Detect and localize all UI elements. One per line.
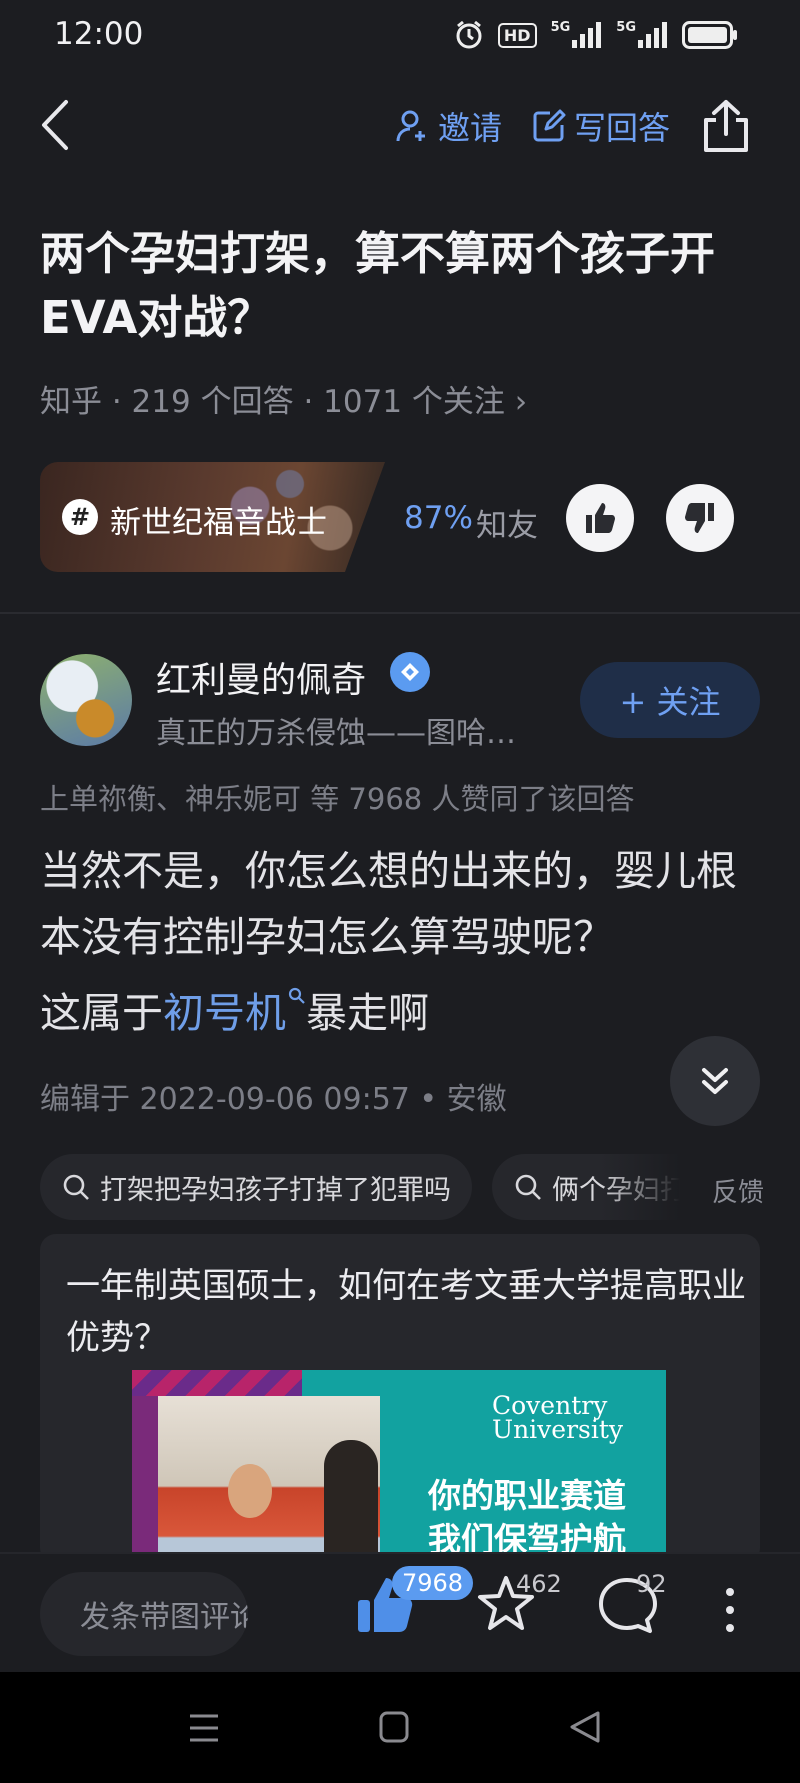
question-title[interactable]: 两个孕妇打架，算不算两个孩子开EVA对战？ xyxy=(40,222,760,350)
topic-upvote-button[interactable] xyxy=(566,484,634,552)
ad-card[interactable]: 一年制英国硕士，如何在考文垂大学提高职业优势？ Coventry Univers… xyxy=(40,1234,760,1564)
chevron-left-icon xyxy=(42,100,68,150)
favorite-count: 462 xyxy=(516,1570,562,1598)
author-name[interactable]: 红利曼的佩奇 xyxy=(156,652,366,703)
search-icon xyxy=(515,1174,541,1200)
back-triangle-icon[interactable] xyxy=(568,1710,602,1744)
comment-input[interactable]: 发条带图评论 xyxy=(40,1572,248,1656)
bottom-action-bar: 发条带图评论 7968 462 92 xyxy=(0,1552,800,1672)
author-bio: 真正的万杀侵蚀——图哈… xyxy=(156,716,516,751)
comment-count: 92 xyxy=(636,1570,667,1598)
hashtag-icon: # xyxy=(62,499,98,535)
topic-name: 新世纪福音战士 xyxy=(110,505,327,541)
topic-percent-label: 知友 xyxy=(476,508,538,544)
like-count-badge: 7968 xyxy=(392,1566,474,1600)
search-icon xyxy=(63,1174,89,1200)
status-bar: 12:00 HD 5G 5G xyxy=(0,0,800,72)
hd-icon: HD xyxy=(497,20,537,50)
avatar[interactable] xyxy=(40,654,132,746)
alarm-icon xyxy=(454,20,484,50)
search-chip-label: 打架把孕妇孩子打掉了犯罪吗 xyxy=(100,1174,451,1206)
ad-slogan: 你的职业赛道 我们保驾护航 xyxy=(428,1476,626,1559)
answer-text-pre: 这属于 xyxy=(40,989,163,1037)
share-button[interactable] xyxy=(700,98,752,154)
invite-button[interactable]: 邀请 xyxy=(396,103,502,149)
ad-brand-logo: Coventry University xyxy=(492,1391,624,1444)
answer-paragraph-1: 当然不是，你怎么想的出来的，婴儿根本没有控制孕妇怎么算驾驶呢？ xyxy=(40,847,737,961)
search-link[interactable]: 初号机 xyxy=(163,987,306,1037)
top-nav: 邀请 写回答 xyxy=(0,88,800,162)
question-meta[interactable]: 知乎 · 219 个回答 · 1071 个关注 › xyxy=(40,376,527,421)
verified-badge-icon xyxy=(390,652,430,692)
signal-5g-icon-2: 5G xyxy=(616,20,668,50)
thumbs-down-icon xyxy=(685,503,714,533)
system-nav-bar xyxy=(0,1672,800,1783)
topic-tag[interactable]: # 新世纪福音战士 xyxy=(40,462,395,572)
thumbs-up-icon xyxy=(586,503,615,533)
endorse-text: 上单祢衡、神乐妮可 等 7968 人赞同了该回答 xyxy=(40,782,635,816)
edit-timestamp: 编辑于 2022-09-06 09:57 • 安徽 xyxy=(40,1082,507,1117)
search-mini-icon xyxy=(288,987,305,1004)
write-answer-label: 写回答 xyxy=(573,109,670,147)
topic-percent: 87% xyxy=(404,500,473,536)
more-vertical-icon xyxy=(726,1588,734,1632)
answer-paragraph-2: 这属于初号机 暴走啊 xyxy=(40,980,770,1046)
follow-button[interactable]: + 关注 xyxy=(580,662,760,738)
share-icon xyxy=(704,100,748,152)
write-answer-button[interactable]: 写回答 xyxy=(532,103,670,149)
battery-icon xyxy=(682,20,738,50)
add-user-icon xyxy=(396,110,425,142)
more-button[interactable] xyxy=(716,1584,744,1644)
answer-content: 当然不是，你怎么想的出来的，婴儿根本没有控制孕妇怎么算驾驶呢？ 这属于初号机 暴走… xyxy=(40,838,770,1046)
ad-image: Coventry University 你的职业赛道 我们保驾护航 xyxy=(132,1370,666,1564)
double-chevron-down-icon xyxy=(702,1068,728,1094)
status-time: 12:00 xyxy=(54,16,144,52)
menu-icon[interactable] xyxy=(188,1712,220,1744)
invite-label: 邀请 xyxy=(437,109,502,147)
ad-title: 一年制英国硕士，如何在考文垂大学提高职业优势？ xyxy=(66,1266,746,1358)
scroll-down-button[interactable] xyxy=(670,1036,760,1126)
home-icon[interactable] xyxy=(378,1710,410,1744)
feedback-link[interactable]: 反馈 xyxy=(712,1172,764,1209)
section-divider xyxy=(0,612,800,614)
answer-text-post: 暴走啊 xyxy=(306,989,429,1037)
signal-5g-icon: 5G xyxy=(551,20,603,50)
topic-downvote-button[interactable] xyxy=(666,484,734,552)
back-button[interactable] xyxy=(36,96,76,154)
search-chip-1[interactable]: 打架把孕妇孩子打掉了犯罪吗 xyxy=(40,1154,472,1220)
edit-icon xyxy=(533,109,566,142)
